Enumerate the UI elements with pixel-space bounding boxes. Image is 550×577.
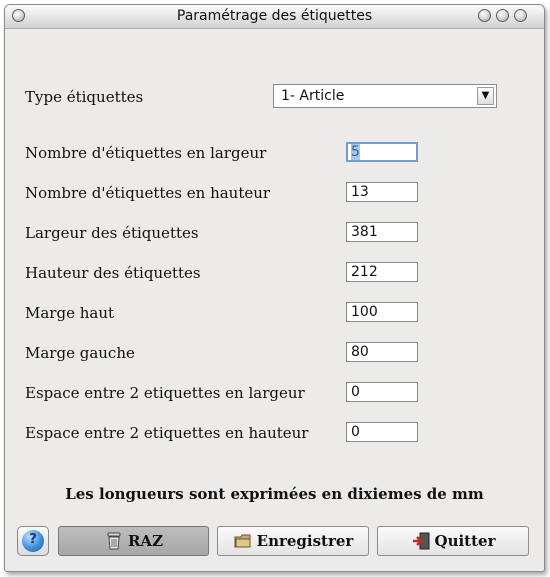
height-count-input[interactable]: 13 — [346, 182, 418, 202]
minimize-button[interactable] — [478, 9, 491, 22]
window-title: Paramétrage des étiquettes — [176, 8, 373, 24]
label-width-input[interactable]: 381 — [346, 222, 418, 242]
field-label-v-spacing: Espace entre 2 etiquettes en hauteur — [25, 424, 309, 442]
save-button[interactable]: Enregistrer — [217, 526, 369, 556]
settings-window: Paramétrage des étiquettes Type étiquett… — [4, 4, 545, 572]
h-spacing-input[interactable]: 0 — [346, 382, 418, 402]
chevron-down-icon[interactable]: ▼ — [477, 87, 494, 105]
field-label-label-width: Largeur des étiquettes — [25, 224, 199, 242]
left-margin-input[interactable]: 80 — [346, 342, 418, 362]
trash-icon — [107, 532, 121, 550]
quit-label: Quitter — [434, 532, 496, 550]
field-label-height-count: Nombre d'étiquettes en hauteur — [25, 184, 271, 202]
title-bar[interactable]: Paramétrage des étiquettes — [5, 5, 544, 29]
raz-button[interactable]: RAZ — [58, 526, 209, 556]
raz-label: RAZ — [127, 532, 164, 550]
width-count-value: 5 — [351, 144, 360, 160]
save-label: Enregistrer — [256, 532, 354, 550]
exit-door-icon — [412, 532, 429, 550]
folder-icon — [234, 534, 251, 548]
field-label-top-margin: Marge haut — [25, 304, 115, 322]
quit-button[interactable]: Quitter — [377, 526, 529, 556]
field-label-h-spacing: Espace entre 2 etiquettes en largeur — [25, 384, 305, 402]
field-label-label-height: Hauteur des étiquettes — [25, 264, 201, 282]
width-count-input[interactable]: 5 — [346, 142, 418, 162]
help-icon: ? — [22, 530, 44, 552]
maximize-button[interactable] — [496, 9, 509, 22]
close-button[interactable] — [514, 9, 527, 22]
field-label-left-margin: Marge gauche — [25, 344, 135, 362]
type-label: Type étiquettes — [25, 88, 144, 106]
label-height-input[interactable]: 212 — [346, 262, 418, 282]
help-button[interactable]: ? — [17, 526, 49, 556]
units-note: Les longueurs sont exprimées en dixiemes… — [65, 485, 484, 503]
field-label-width-count: Nombre d'étiquettes en largeur — [25, 144, 267, 162]
type-select[interactable]: 1- Article ▼ — [273, 84, 497, 108]
v-spacing-input[interactable]: 0 — [346, 422, 418, 442]
type-select-value: 1- Article — [281, 88, 345, 104]
top-margin-input[interactable]: 100 — [346, 302, 418, 322]
